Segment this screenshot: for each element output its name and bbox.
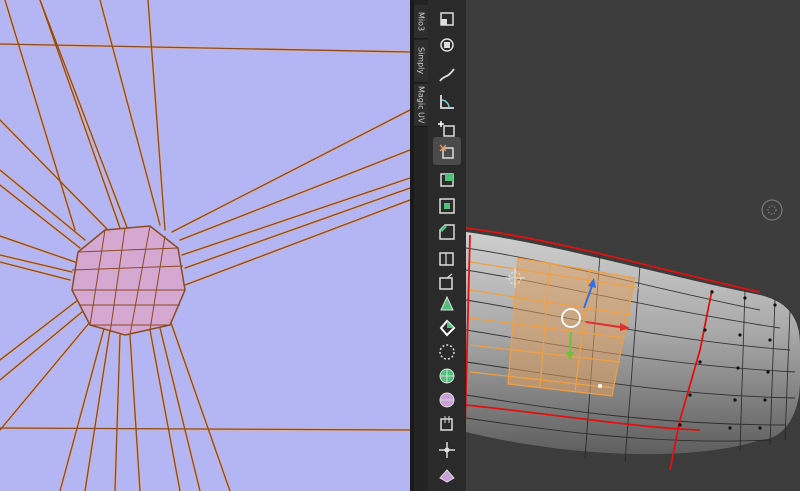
uv-selected-island[interactable] [71, 225, 186, 336]
tool-scale-cage[interactable] [433, 460, 461, 488]
poly-build-icon [440, 295, 454, 311]
tool-shelf [428, 0, 466, 491]
tool-bevel[interactable] [433, 218, 461, 246]
knife-icon [439, 273, 453, 290]
tool-extrude-region[interactable] [433, 137, 461, 165]
navigation-gizmo-icon[interactable] [761, 199, 783, 221]
extrude-region-icon [439, 144, 454, 159]
scale-cage-icon [439, 469, 455, 483]
tab-magic-uv[interactable]: Magic UV [414, 84, 428, 127]
tab-mio3[interactable]: Mio3 [414, 5, 428, 39]
shear-icon [440, 416, 453, 431]
uv-mesh-canvas[interactable] [0, 0, 410, 491]
tool-annotate[interactable] [433, 61, 461, 89]
loop-cut-icon [439, 252, 454, 266]
viewport-mesh-canvas[interactable] [466, 0, 800, 491]
uv-island-edges [0, 0, 410, 491]
extrude-normals-icon [440, 173, 454, 187]
tool-transform[interactable] [433, 31, 461, 59]
measure-icon [440, 95, 454, 109]
uv-editor[interactable] [0, 0, 410, 491]
annotate-icon [439, 68, 455, 82]
cursor-icon [440, 12, 454, 26]
bevel-icon [439, 224, 455, 240]
mesh-object[interactable] [466, 227, 800, 471]
spin-icon [439, 319, 456, 337]
tab-simply-label: Simply [416, 47, 426, 75]
edge-slide-icon [439, 368, 455, 384]
tab-magic-uv-label: Magic UV [416, 86, 426, 124]
3d-viewport[interactable] [466, 0, 800, 491]
add-cube-icon [438, 121, 455, 137]
tab-mio3-label: Mio3 [416, 11, 426, 32]
sidebar-tabs: Mio3 Simply Magic UV [414, 0, 428, 491]
smooth-icon [439, 344, 455, 360]
tool-extrude-normals[interactable] [433, 165, 461, 193]
tool-measure[interactable] [433, 88, 461, 116]
tool-inset-faces[interactable] [433, 192, 461, 220]
tool-shear[interactable] [433, 410, 461, 438]
tab-simply[interactable]: Simply [414, 40, 428, 83]
inset-faces-icon [439, 198, 455, 214]
tool-cursor[interactable] [433, 5, 461, 33]
rip-region-icon [439, 442, 455, 458]
shrink-fatten-icon [439, 392, 455, 408]
transform-icon [440, 38, 454, 52]
